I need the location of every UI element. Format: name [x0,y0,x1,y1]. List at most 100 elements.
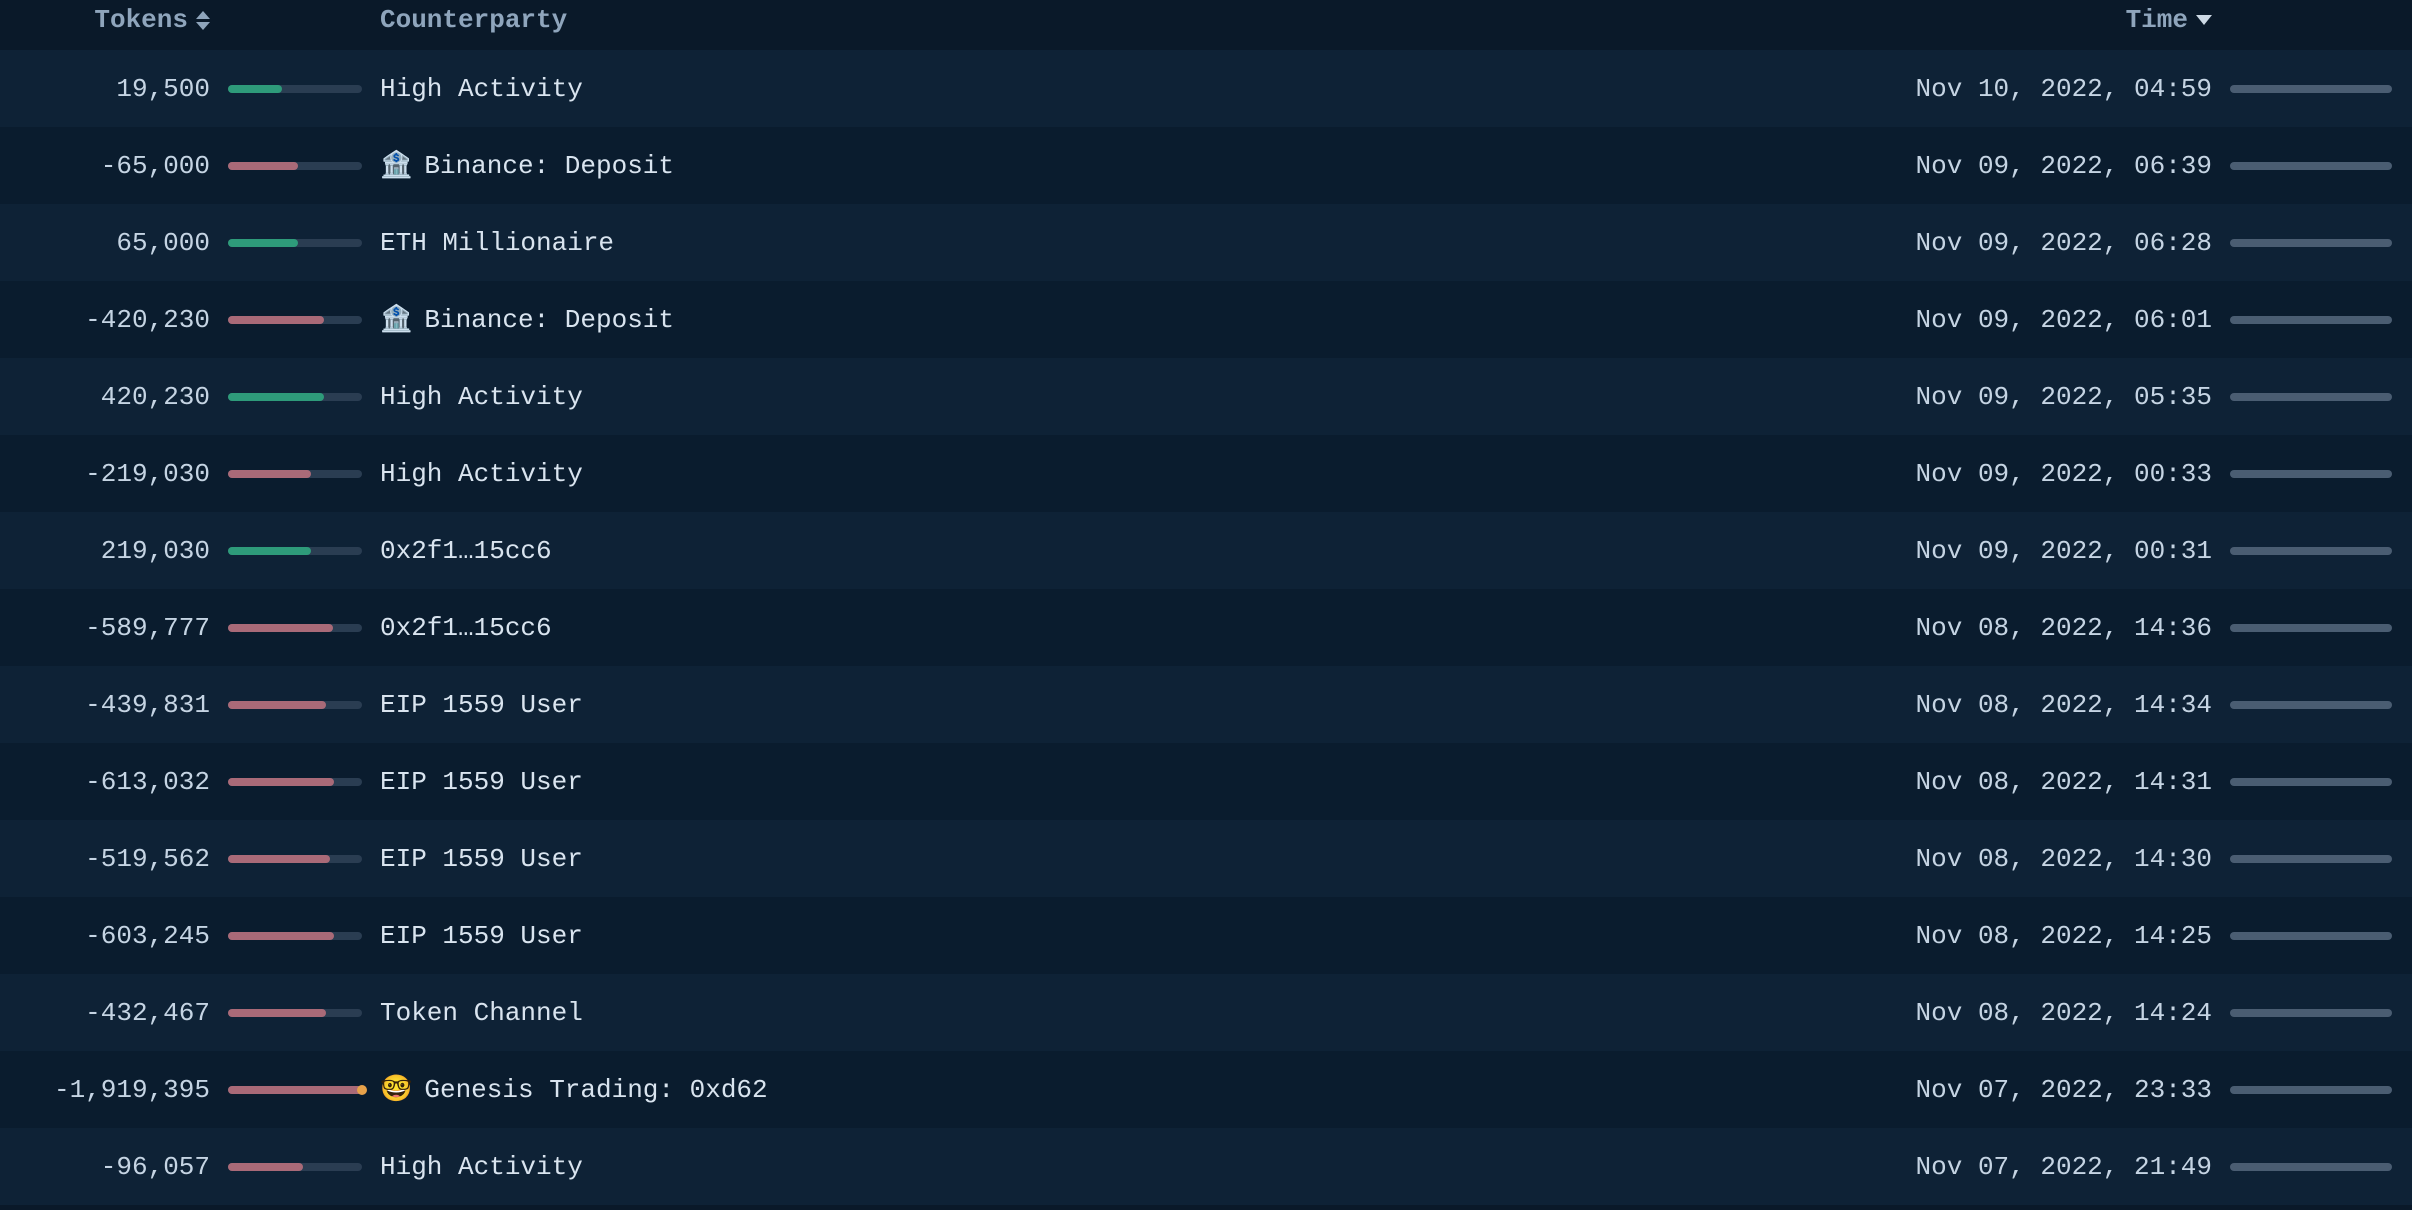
sort-desc-icon [2196,15,2212,25]
time-value: Nov 08, 2022, 14:25 [1872,921,2212,951]
time-bar [2212,85,2392,93]
table-row[interactable]: -589,7770x2f1…15cc6Nov 08, 2022, 14:36 [0,589,2412,666]
tokens-bar [210,470,380,478]
tokens-bar [210,239,380,247]
time-bar [2212,855,2392,863]
column-header-tokens-label: Tokens [94,5,188,35]
counterparty-cell[interactable]: EIP 1559 User [380,767,1872,797]
time-value: Nov 09, 2022, 06:28 [1872,228,2212,258]
tokens-value: 65,000 [20,228,210,258]
counterparty-cell[interactable]: High Activity [380,382,1872,412]
time-bar [2212,701,2392,709]
tokens-bar [210,1163,380,1171]
counterparty-label: EIP 1559 User [380,767,583,797]
counterparty-label: ETH Millionaire [380,228,614,258]
tokens-bar [210,701,380,709]
time-value: Nov 08, 2022, 14:24 [1872,998,2212,1028]
tokens-value: -439,831 [20,690,210,720]
tokens-bar [210,932,380,940]
counterparty-label: 0x2f1…15cc6 [380,536,552,566]
counterparty-cell[interactable]: EIP 1559 User [380,844,1872,874]
bar-dot-icon [357,1085,367,1095]
tokens-bar [210,393,380,401]
counterparty-cell[interactable]: 0x2f1…15cc6 [380,536,1872,566]
column-header-time[interactable]: Time [1872,5,2212,35]
tokens-value: -219,030 [20,459,210,489]
counterparty-label: Token Channel [380,998,583,1028]
table-header-row: Tokens Counterparty Time [0,0,2412,50]
column-header-tokens[interactable]: Tokens [20,5,210,35]
table-row[interactable]: -65,000 🏦Binance: DepositNov 09, 2022, 06… [0,127,2412,204]
counterparty-label: EIP 1559 User [380,844,583,874]
tokens-value: 420,230 [20,382,210,412]
table-row[interactable]: -1,919,395🤓Genesis Trading: 0xd62Nov 07,… [0,1051,2412,1128]
time-value: Nov 09, 2022, 00:33 [1872,459,2212,489]
counterparty-label: 0x2f1…15cc6 [380,613,552,643]
counterparty-cell[interactable]: 🏦Binance: Deposit [380,151,1872,181]
time-value: Nov 09, 2022, 06:39 [1872,151,2212,181]
counterparty-label: High Activity [380,459,583,489]
column-header-counterparty[interactable]: Counterparty [380,5,1872,35]
tokens-value: -1,919,395 [20,1075,210,1105]
counterparty-label: EIP 1559 User [380,921,583,951]
table-row[interactable]: 65,000 ETH Millionaire Nov 09, 2022, 06:28 [0,204,2412,281]
counterparty-cell[interactable]: 🏦Binance: Deposit [380,305,1872,335]
table-row[interactable]: -613,032EIP 1559 UserNov 08, 2022, 14:31 [0,743,2412,820]
time-bar [2212,470,2392,478]
table-row[interactable]: -432,467 Token Channel Nov 08, 2022, 14:24 [0,974,2412,1051]
tokens-value: -613,032 [20,767,210,797]
counterparty-cell[interactable]: 0x2f1…15cc6 [380,613,1872,643]
time-bar [2212,1163,2392,1171]
table-row[interactable]: 219,030 0x2f1…15cc6 Nov 09, 2022, 00:31 [0,512,2412,589]
counterparty-icon: 🏦 [380,153,412,179]
tokens-value: -65,000 [20,151,210,181]
counterparty-label: Binance: Deposit [424,305,674,335]
time-bar [2212,316,2392,324]
counterparty-cell[interactable]: Token Channel [380,998,1872,1028]
transactions-table: Tokens Counterparty Time 19,500 High Acti… [0,0,2412,1205]
table-row[interactable]: -219,030 High Activity Nov 09, 2022, 00:33 [0,435,2412,512]
time-bar [2212,932,2392,940]
time-value: Nov 09, 2022, 00:31 [1872,536,2212,566]
time-bar [2212,239,2392,247]
tokens-value: -603,245 [20,921,210,951]
tokens-value: -519,562 [20,844,210,874]
table-row[interactable]: 420,230 High Activity Nov 09, 2022, 05:35 [0,358,2412,435]
counterparty-cell[interactable]: ETH Millionaire [380,228,1872,258]
table-row[interactable]: 19,500High ActivityNov 10, 2022, 04:59 [0,50,2412,127]
tokens-bar [210,85,380,93]
time-bar [2212,547,2392,555]
tokens-value: -589,777 [20,613,210,643]
time-bar [2212,1009,2392,1017]
counterparty-cell[interactable]: EIP 1559 User [380,921,1872,951]
sort-icon [196,11,210,30]
time-value: Nov 09, 2022, 05:35 [1872,382,2212,412]
tokens-bar [210,547,380,555]
time-bar [2212,393,2392,401]
tokens-bar [210,778,380,786]
tokens-bar [210,855,380,863]
tokens-bar [210,162,380,170]
time-value: Nov 08, 2022, 14:34 [1872,690,2212,720]
table-row[interactable]: -439,831 EIP 1559 UserNov 08, 2022, 14:34 [0,666,2412,743]
table-row[interactable]: -519,562EIP 1559 UserNov 08, 2022, 14:30 [0,820,2412,897]
tokens-bar [210,1086,380,1094]
time-bar [2212,1086,2392,1094]
counterparty-cell[interactable]: EIP 1559 User [380,690,1872,720]
counterparty-label: High Activity [380,1152,583,1182]
time-value: Nov 09, 2022, 06:01 [1872,305,2212,335]
column-header-counterparty-label: Counterparty [380,5,567,35]
counterparty-cell[interactable]: High Activity [380,74,1872,104]
counterparty-cell[interactable]: 🤓Genesis Trading: 0xd62 [380,1075,1872,1105]
counterparty-cell[interactable]: High Activity [380,459,1872,489]
table-row[interactable]: -603,245 EIP 1559 User Nov 08, 2022, 14:25 [0,897,2412,974]
counterparty-cell[interactable]: High Activity [380,1152,1872,1182]
tokens-value: 19,500 [20,74,210,104]
tokens-value: -432,467 [20,998,210,1028]
tokens-value: 219,030 [20,536,210,566]
time-bar [2212,778,2392,786]
table-row[interactable]: -420,230🏦Binance: DepositNov 09, 2022, 0… [0,281,2412,358]
counterparty-label: High Activity [380,382,583,412]
table-row[interactable]: -96,057High ActivityNov 07, 2022, 21:49 [0,1128,2412,1205]
counterparty-label: High Activity [380,74,583,104]
